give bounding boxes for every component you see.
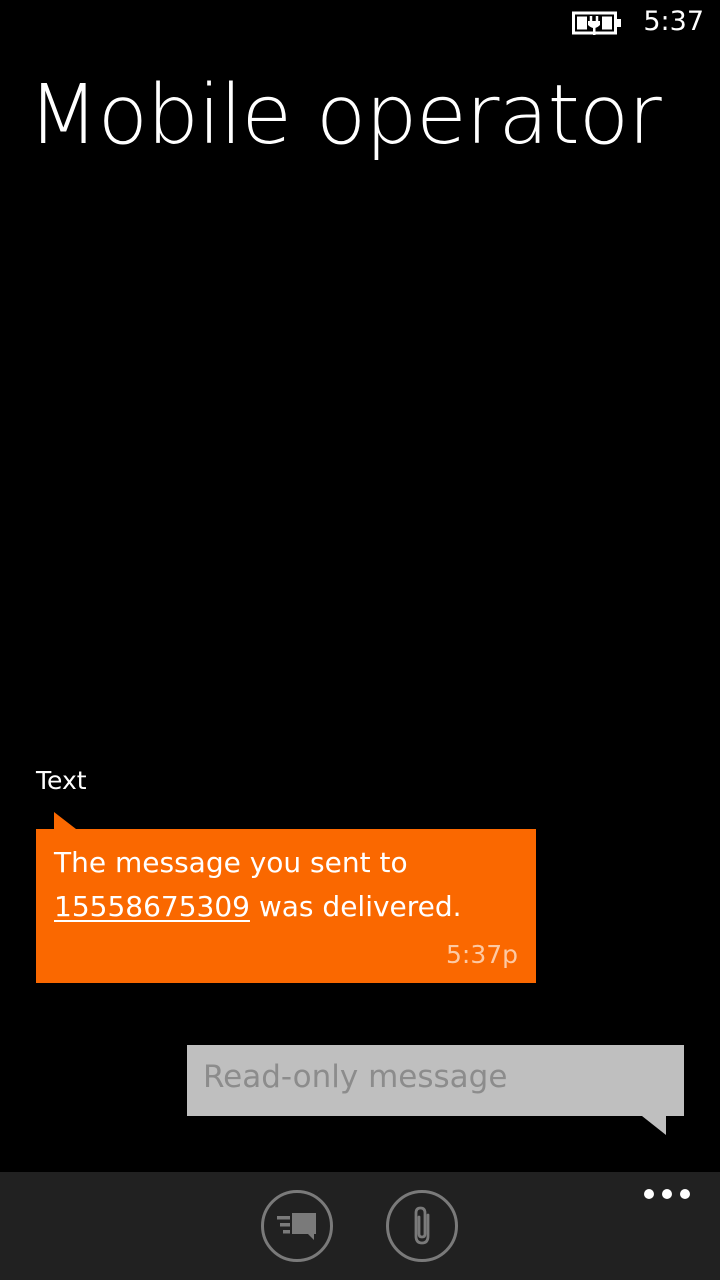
more-ellipsis-icon[interactable] xyxy=(644,1186,690,1202)
composer-tail xyxy=(642,1116,666,1135)
more-dot xyxy=(680,1189,690,1199)
attach-icon xyxy=(414,1206,430,1245)
message-bubble-tail xyxy=(54,812,76,829)
status-bar: 5:37 xyxy=(0,0,720,46)
phone-number-link[interactable]: 15558675309 xyxy=(54,890,250,923)
send-icon xyxy=(277,1213,316,1240)
message-text-after-link: was delivered. xyxy=(249,890,462,923)
send-button[interactable] xyxy=(261,1190,333,1262)
page-title: Mobile operator xyxy=(28,68,662,163)
messaging-screen: 5:37 Mobile operator Text The message yo… xyxy=(0,0,720,1280)
incoming-message-bubble[interactable]: The message you sent to 15558675309 was … xyxy=(36,829,536,983)
channel-label: Text xyxy=(36,766,87,795)
more-dot xyxy=(644,1189,654,1199)
message-composer-field[interactable]: Read-only message xyxy=(187,1045,684,1116)
app-bar xyxy=(0,1172,720,1280)
message-timestamp: 5:37p xyxy=(445,940,518,969)
attach-button[interactable] xyxy=(386,1190,458,1262)
more-dot xyxy=(662,1189,672,1199)
battery-charging-icon xyxy=(572,11,621,35)
message-text-before-link: The message you sent to xyxy=(54,846,408,879)
message-text: The message you sent to 15558675309 was … xyxy=(54,841,524,929)
composer-placeholder: Read-only message xyxy=(203,1059,508,1095)
status-clock: 5:37 xyxy=(643,6,704,37)
